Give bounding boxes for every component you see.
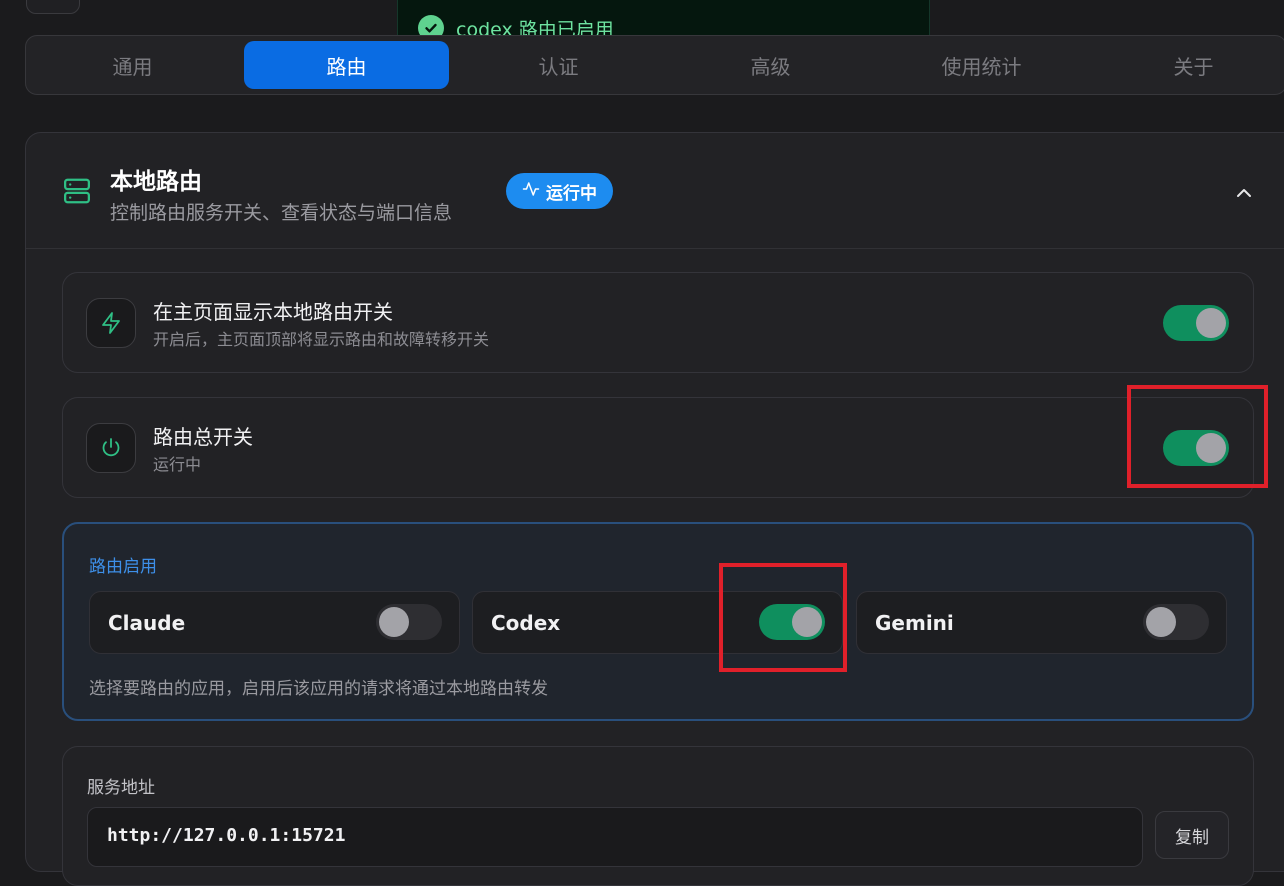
highlight-box-master-switch [1127, 385, 1268, 488]
setting-description: 开启后，主页面顶部将显示路由和故障转移开关 [153, 330, 490, 349]
power-icon [86, 423, 136, 473]
status-badge: 运行中 [506, 173, 613, 209]
app-gemini: Gemini [856, 591, 1227, 654]
section-title: 本地路由 [110, 169, 202, 195]
service-address-field[interactable]: http://127.0.0.1:15721 [87, 807, 1143, 867]
routing-apps-panel: 路由启用 Claude Codex Gemini 选择要路由的应用，启用后该应用… [62, 522, 1254, 721]
routing-hint: 选择要路由的应用，启用后该应用的请求将通过本地路由转发 [89, 679, 548, 699]
routing-label: 路由启用 [89, 557, 157, 577]
setting-title: 路由总开关 [153, 425, 253, 449]
activity-icon [522, 180, 540, 203]
tab-advanced[interactable]: 高级 [668, 41, 873, 89]
app-name: Codex [491, 611, 561, 635]
tab-about[interactable]: 关于 [1091, 41, 1284, 89]
status-badge-label: 运行中 [546, 183, 597, 204]
lightning-icon [86, 298, 136, 348]
card-header[interactable]: 本地路由 控制路由服务开关、查看状态与端口信息 运行中 [26, 133, 1284, 249]
tab-routing[interactable]: 路由 [244, 41, 449, 89]
setting-description: 运行中 [153, 455, 202, 474]
tab-general[interactable]: 通用 [30, 41, 235, 89]
back-button[interactable] [26, 0, 80, 14]
highlight-box-codex-toggle [719, 563, 847, 672]
app-name: Claude [108, 611, 186, 635]
gemini-toggle[interactable] [1143, 604, 1209, 640]
settings-tabs: 通用 路由 认证 高级 使用统计 关于 [25, 35, 1284, 95]
master-switch-setting: 路由总开关 运行中 [62, 397, 1254, 498]
show-on-home-toggle[interactable] [1163, 305, 1229, 341]
app-name: Gemini [875, 611, 954, 635]
copy-button[interactable]: 复制 [1155, 811, 1229, 859]
service-address-panel: 服务地址 http://127.0.0.1:15721 复制 [62, 746, 1254, 886]
chevron-up-icon[interactable] [1230, 179, 1258, 207]
section-subtitle: 控制路由服务开关、查看状态与端口信息 [110, 202, 453, 224]
tab-usage-stats[interactable]: 使用统计 [879, 41, 1084, 89]
app-claude: Claude [89, 591, 460, 654]
setting-title: 在主页面显示本地路由开关 [153, 300, 393, 324]
claude-toggle[interactable] [376, 604, 442, 640]
show-on-home-setting: 在主页面显示本地路由开关 开启后，主页面顶部将显示路由和故障转移开关 [62, 272, 1254, 373]
service-label: 服务地址 [87, 778, 155, 798]
tab-auth[interactable]: 认证 [456, 41, 661, 89]
server-icon [62, 176, 92, 210]
